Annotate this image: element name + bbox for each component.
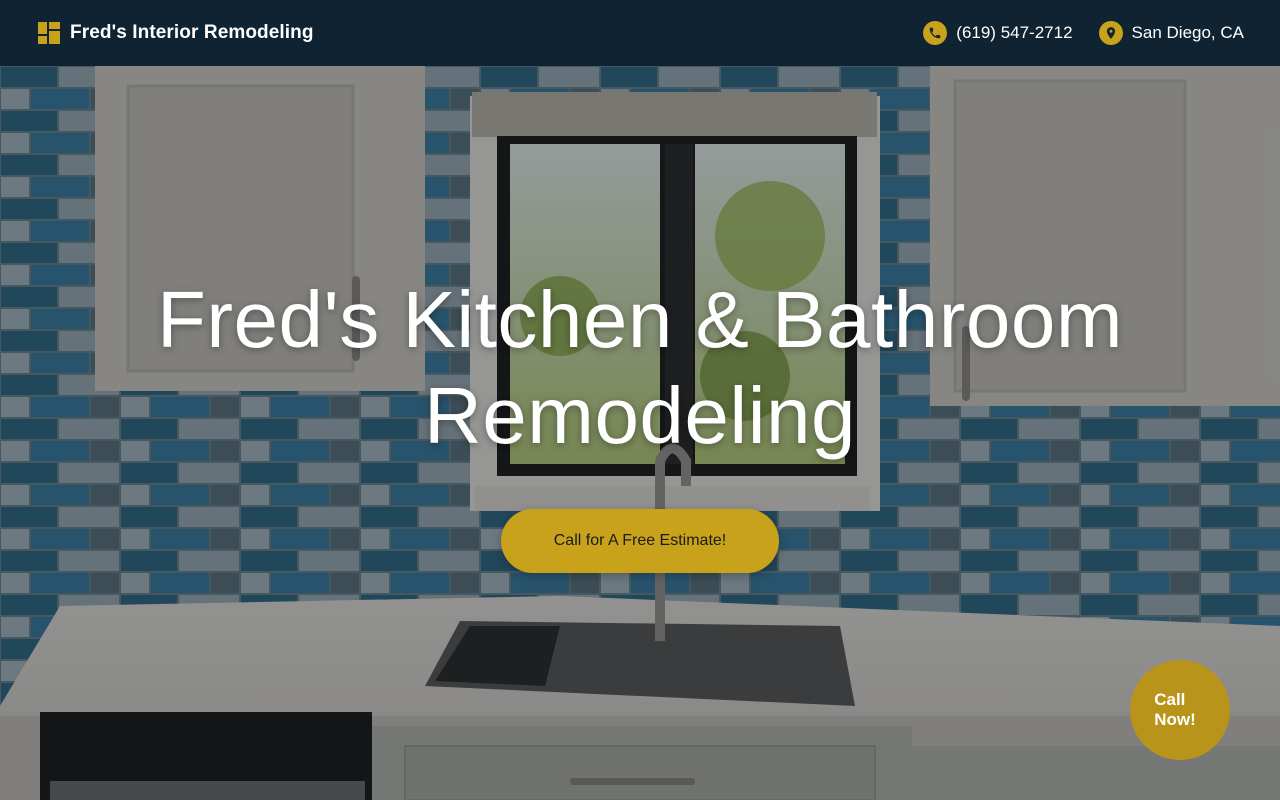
- location-link[interactable]: San Diego, CA: [1098, 21, 1244, 45]
- call-now-line-2: Now!: [1154, 710, 1196, 729]
- phone-icon: [923, 21, 948, 45]
- hero-title-line-1: Fred's Kitchen & Bathroom: [157, 275, 1123, 364]
- free-estimate-button[interactable]: Call for A Free Estimate!: [501, 509, 779, 573]
- site-header: Fred's Interior Remodeling (619) 547-271…: [0, 0, 1280, 66]
- call-now-line-1: Call: [1154, 690, 1186, 709]
- hero-section: Fred's Kitchen & Bathroom Remodeling Cal…: [0, 66, 1280, 800]
- map-pin-icon: [1098, 21, 1123, 45]
- call-now-button[interactable]: Call Now!: [1130, 660, 1230, 760]
- brand-name: Fred's Interior Remodeling: [70, 22, 314, 43]
- hero-title: Fred's Kitchen & Bathroom Remodeling: [90, 272, 1190, 464]
- brand-link[interactable]: Fred's Interior Remodeling: [38, 22, 314, 44]
- contact-info: (619) 547-2712 San Diego, CA: [923, 21, 1244, 45]
- location-text: San Diego, CA: [1131, 23, 1244, 42]
- call-now-label: Call Now!: [1154, 690, 1196, 730]
- hero-title-line-2: Remodeling: [424, 371, 856, 460]
- phone-number: (619) 547-2712: [956, 23, 1073, 42]
- grid-logo-icon: [38, 22, 60, 44]
- phone-link[interactable]: (619) 547-2712: [923, 21, 1073, 45]
